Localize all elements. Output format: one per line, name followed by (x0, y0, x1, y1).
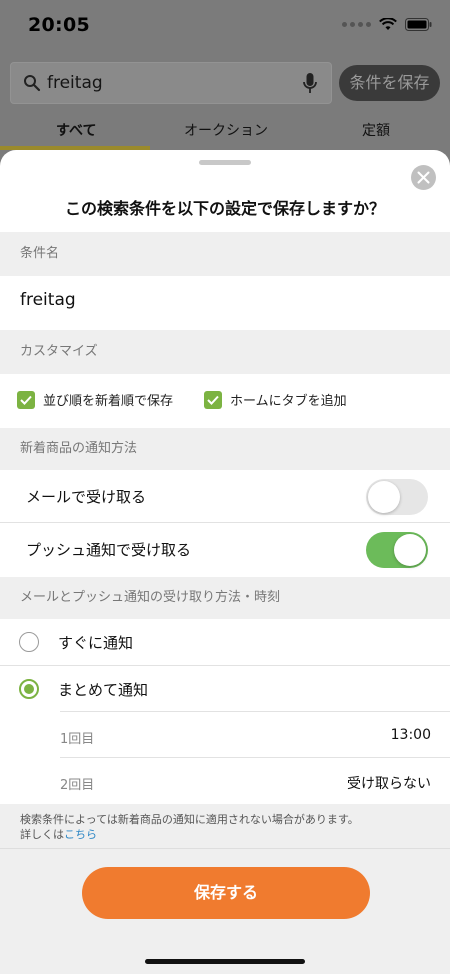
tab-bar: すべて オークション 定額 (0, 112, 450, 150)
section-header-notify: 新着商品の通知方法 (0, 428, 450, 470)
toggle-label: メールで受け取る (26, 488, 147, 506)
tab-fixed-price[interactable]: 定額 (362, 120, 390, 140)
battery-icon (405, 18, 432, 31)
check-icon (20, 395, 32, 405)
time-row-second[interactable]: 2回目 受け取らない (60, 758, 450, 804)
search-input[interactable]: freitag (10, 62, 332, 104)
note-area: 検索条件によっては新着商品の通知に適用されない場合があります。 詳しくはこちら (0, 804, 450, 848)
signal-icon (342, 22, 371, 27)
radio-button[interactable] (19, 679, 39, 699)
radio-label: すぐに通知 (58, 634, 134, 652)
condition-name-field[interactable]: freitag (20, 290, 76, 310)
toggle-knob (394, 534, 426, 566)
tab-auction[interactable]: オークション (184, 120, 268, 140)
section-header-name: 条件名 (0, 232, 450, 276)
status-icons (342, 18, 432, 31)
sheet-title: この検索条件を以下の設定で保存しますか？ (64, 199, 385, 218)
toggle-knob (368, 481, 400, 513)
checkbox-label: ホームにタブを追加 (230, 394, 347, 409)
save-condition-button[interactable]: 条件を保存 (339, 65, 440, 101)
status-time: 20:05 (28, 14, 90, 36)
section-header-customize: カスタマイズ (0, 330, 450, 374)
radio-button[interactable] (19, 632, 39, 652)
time-value[interactable]: 受け取らない (347, 773, 431, 793)
search-row: freitag 条件を保存 (10, 62, 440, 104)
search-icon (23, 74, 41, 96)
tab-all[interactable]: すべて (56, 120, 96, 140)
checkbox[interactable] (17, 390, 35, 409)
mic-icon[interactable] (303, 72, 317, 100)
sheet-grabber[interactable] (199, 160, 251, 165)
row-push-notify: プッシュ通知で受け取る (0, 523, 450, 575)
save-button[interactable]: 保存する (82, 867, 370, 919)
note-text: 検索条件によっては新着商品の通知に適用されない場合があります。 詳しくはこちら (20, 812, 440, 842)
radio-notify-batched[interactable]: まとめて通知 (0, 666, 450, 712)
time-label: 1回目 (60, 732, 95, 747)
time-value[interactable]: 13:00 (391, 727, 431, 743)
home-indicator (145, 959, 305, 964)
row-email-notify: メールで受け取る (0, 470, 450, 522)
details-link[interactable]: こちら (64, 828, 97, 841)
push-toggle[interactable] (366, 532, 428, 568)
note-details-prefix: 詳しくは (20, 828, 64, 841)
toggle-label: プッシュ通知で受け取る (26, 541, 192, 559)
close-button[interactable] (411, 165, 436, 190)
radio-label: まとめて通知 (58, 681, 149, 699)
save-search-sheet: この検索条件を以下の設定で保存しますか？ 条件名 freitag カスタマイズ … (0, 150, 450, 974)
search-query: freitag (47, 73, 103, 93)
radio-notify-immediately[interactable]: すぐに通知 (0, 619, 450, 665)
checkbox[interactable] (204, 390, 222, 409)
note-line: 検索条件によっては新着商品の通知に適用されない場合があります。 (20, 813, 359, 826)
sheet-footer: 保存する (0, 848, 450, 974)
section-header-timing: メールとプッシュ通知の受け取り方法・時刻 (0, 577, 450, 619)
checkbox-sort-newest[interactable]: 並び順を新着順で保存 (17, 390, 173, 409)
close-icon (417, 171, 430, 184)
checkbox-label: 並び順を新着順で保存 (43, 394, 174, 409)
time-label: 2回目 (60, 778, 95, 793)
email-toggle[interactable] (366, 479, 428, 515)
time-row-first[interactable]: 1回目 13:00 (60, 712, 450, 758)
checkbox-add-home-tab[interactable]: ホームにタブを追加 (204, 390, 347, 409)
check-icon (207, 395, 219, 405)
wifi-icon (379, 18, 397, 31)
status-bar: 20:05 (0, 0, 450, 50)
